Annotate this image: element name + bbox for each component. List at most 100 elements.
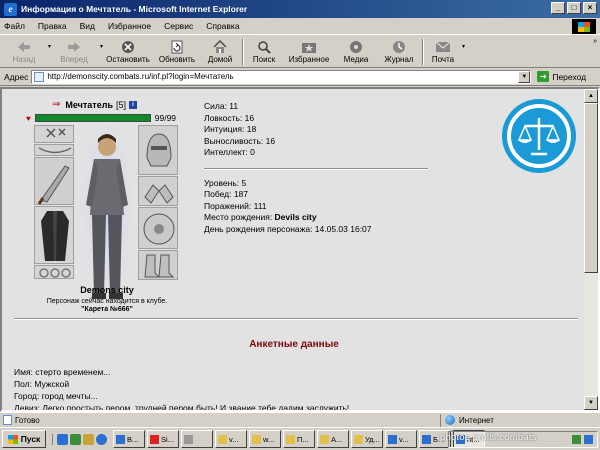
scroll-up-icon[interactable]: ▲ <box>584 89 598 103</box>
forward-button[interactable]: Вперед ▾ <box>52 36 103 67</box>
address-bar: Адрес http://demonscity.combats.ru/inf.p… <box>0 68 600 86</box>
location-place: "Карета №666" <box>81 306 133 313</box>
task-item[interactable] <box>181 430 213 448</box>
ring-slots[interactable] <box>34 265 74 279</box>
refresh-button[interactable]: Обновить <box>156 36 198 67</box>
forward-dropdown-icon[interactable]: ▾ <box>100 43 103 50</box>
home-button[interactable]: Домой <box>202 36 238 67</box>
favorites-button[interactable]: Избранное <box>284 36 334 67</box>
profile-heading: Анкетные данные <box>249 339 339 350</box>
media-icon <box>348 40 364 54</box>
page-content: ⇒ Мечтатель [5] i ♥ 99/99 Demons city Пе… <box>2 89 586 410</box>
address-label: Адрес <box>4 71 29 82</box>
search-icon <box>256 40 272 54</box>
scroll-down-icon[interactable]: ▼ <box>584 396 598 410</box>
private-message-arrow-icon[interactable]: ⇒ <box>52 99 60 110</box>
scroll-thumb[interactable] <box>584 103 598 273</box>
record-birthplace: Место рождения: Devils city <box>204 212 317 222</box>
task-item[interactable]: v... <box>215 430 247 448</box>
profile-details: Имя: стерто временем... Пол: Мужской Гор… <box>14 366 349 410</box>
menu-tools[interactable]: Сервис <box>164 21 193 31</box>
menu-view[interactable]: Вид <box>80 21 95 31</box>
stop-icon <box>120 40 136 54</box>
task-item[interactable]: Уд... <box>351 430 383 448</box>
menu-file[interactable]: Файл <box>4 21 25 31</box>
mail-dropdown-icon[interactable]: ▾ <box>462 43 465 50</box>
location-block: Demons city Персонаж сейчас находится в … <box>42 285 172 313</box>
history-button[interactable]: Журнал <box>380 36 418 67</box>
start-button[interactable]: Пуск <box>2 430 46 448</box>
info-icon[interactable]: i <box>129 100 137 109</box>
hp-row: ♥ 99/99 <box>26 113 176 123</box>
tray-icon[interactable] <box>572 435 581 444</box>
browser-quicklaunch-icon[interactable] <box>96 433 107 445</box>
gloves-slot[interactable] <box>138 176 178 206</box>
page-status-icon <box>3 415 12 425</box>
menu-edit[interactable]: Правка <box>38 21 67 31</box>
mail-button[interactable]: Почта ▾ <box>428 36 465 67</box>
character-avatar <box>80 125 134 305</box>
boots-slot[interactable] <box>138 250 178 280</box>
weapon-slot[interactable] <box>34 157 74 205</box>
tray-icon[interactable] <box>584 435 593 444</box>
back-dropdown-icon[interactable]: ▾ <box>48 43 51 50</box>
ie-quicklaunch-icon[interactable] <box>57 433 68 445</box>
stat-strength: Сила: 11 <box>204 101 239 111</box>
task-item[interactable]: П... <box>283 430 315 448</box>
task-item[interactable]: В... <box>113 430 145 448</box>
ie-icon: e <box>4 2 17 16</box>
history-icon <box>391 40 407 54</box>
hp-bar-fill <box>35 115 150 121</box>
character-level: [5] <box>115 99 126 110</box>
title-bar: e Информация о Мечтатель - Microsoft Int… <box>0 0 600 18</box>
task-item[interactable]: А... <box>317 430 349 448</box>
record-losses: Поражений: 111 <box>204 200 267 211</box>
address-dropdown-icon[interactable]: ▼ <box>518 70 531 83</box>
hp-bar <box>34 114 151 122</box>
page-viewport: ⇒ Мечтатель [5] i ♥ 99/99 Demons city Пе… <box>0 87 600 412</box>
shield-slot[interactable] <box>138 207 178 249</box>
record-wins: Побед: 187 <box>204 189 249 199</box>
windows-logo-icon <box>572 19 596 34</box>
task-item[interactable]: w... <box>249 430 281 448</box>
profile-motto: Девиз: Легко простыть пером, трудней пер… <box>14 403 350 410</box>
location-note: Персонаж сейчас находится в клубе. <box>46 298 168 305</box>
search-button[interactable]: Поиск <box>248 36 280 67</box>
zone-text: Интернет <box>459 415 494 425</box>
toolbar-separator <box>422 39 424 65</box>
scales-alignment-icon[interactable] <box>501 98 577 174</box>
task-item[interactable]: Si... <box>147 430 179 448</box>
address-url: http://demonscity.combats.ru/inf.pl?logi… <box>47 72 234 81</box>
media-button[interactable]: Медиа <box>338 36 374 67</box>
task-item[interactable]: v... <box>385 430 417 448</box>
amulet-slot[interactable] <box>34 144 74 156</box>
maximize-button[interactable]: □ <box>567 2 581 14</box>
menu-help[interactable]: Справка <box>206 21 239 31</box>
stop-button[interactable]: Остановить <box>104 36 152 67</box>
profile-gender: Пол: Мужской <box>14 379 70 389</box>
page-icon <box>34 71 45 82</box>
menu-favorites[interactable]: Избранное <box>108 21 151 31</box>
minimize-button[interactable]: _ <box>551 2 565 14</box>
armor-slot[interactable] <box>34 206 74 264</box>
media-quicklaunch-icon[interactable] <box>83 433 94 445</box>
home-icon <box>212 39 228 54</box>
desktop-quicklaunch-icon[interactable] <box>70 433 81 445</box>
address-input[interactable]: http://demonscity.combats.ru/inf.pl?logi… <box>31 69 532 84</box>
vertical-scrollbar[interactable]: ▲ ▼ <box>584 89 598 410</box>
rune-slot[interactable] <box>34 125 74 143</box>
status-text: Готово <box>15 415 40 425</box>
character-name: Мечтатель <box>65 99 113 110</box>
helmet-slot[interactable] <box>138 125 178 175</box>
stat-endurance: Выносливость: 16 <box>204 135 276 146</box>
character-header: ⇒ Мечтатель [5] i <box>52 99 137 110</box>
section-divider <box>14 318 578 320</box>
go-button[interactable]: ➜ Переход <box>537 71 586 82</box>
toolbar-separator <box>242 39 244 65</box>
watermark-text: photos.prolls.combats <box>440 432 537 443</box>
stat-intuition: Интуиция: 18 <box>204 124 257 134</box>
status-bar: Готово Интернет <box>0 412 600 427</box>
close-button[interactable]: × <box>583 2 597 14</box>
go-arrow-icon: ➜ <box>537 71 550 82</box>
back-button[interactable]: Назад ▾ <box>4 36 51 67</box>
